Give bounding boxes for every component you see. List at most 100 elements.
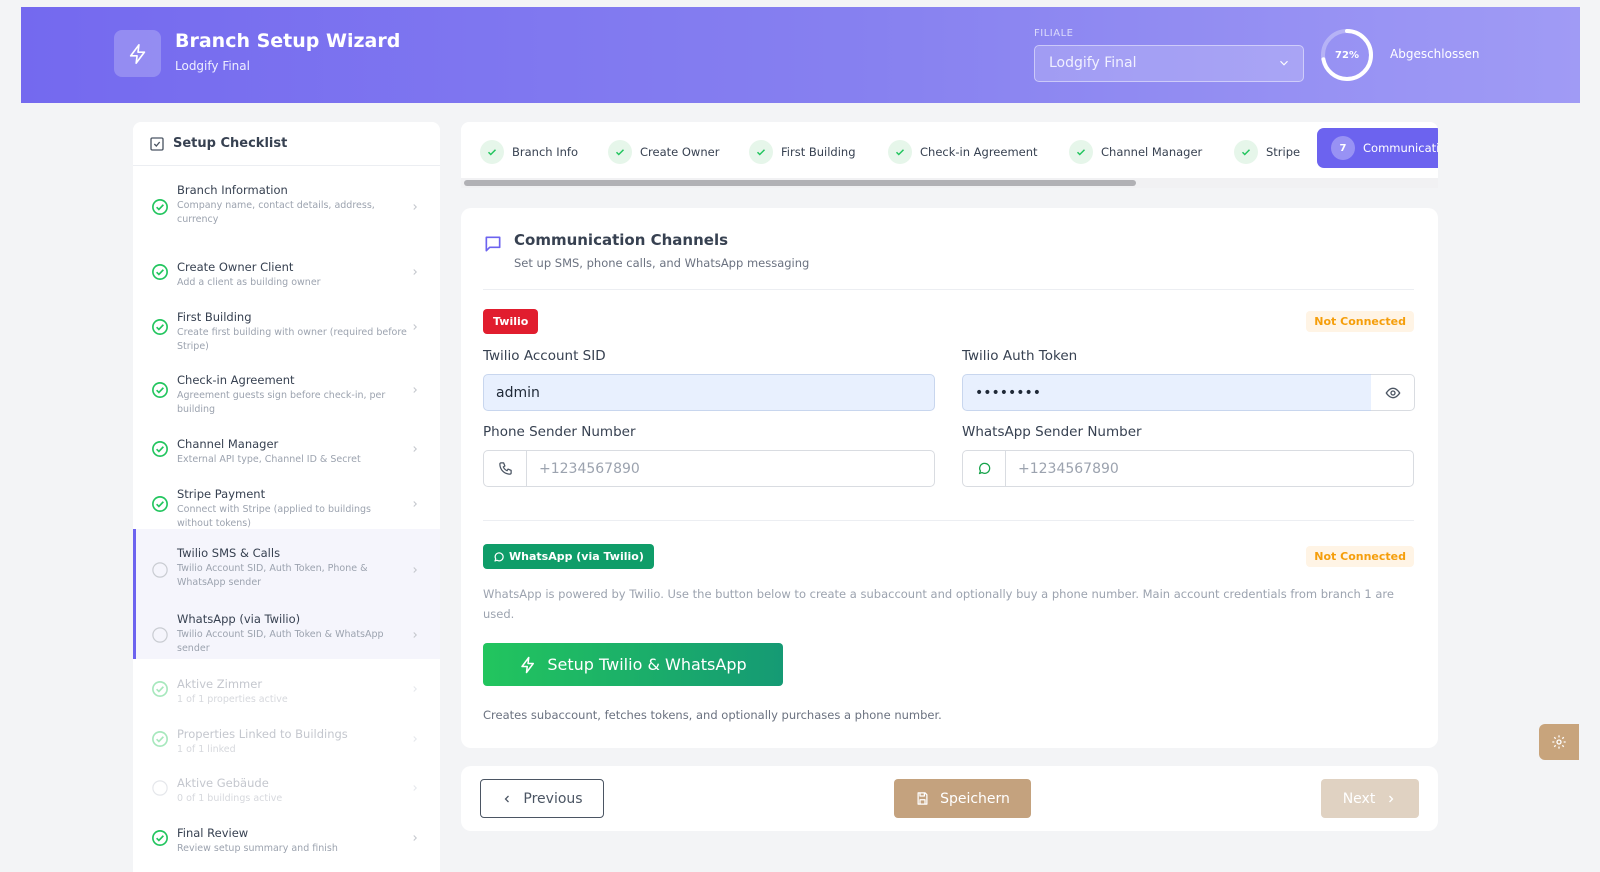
phone-prefix <box>484 451 527 486</box>
whatsapp-sender-label: WhatsApp Sender Number <box>962 424 1142 440</box>
section-subtitle: Set up SMS, phone calls, and WhatsApp me… <box>514 256 810 270</box>
checklist-item-text: Check-in Agreement Agreement guests sign … <box>177 373 407 417</box>
checklist-item[interactable]: Aktive Zimmer 1 of 1 properties active <box>133 660 440 705</box>
next-button[interactable]: Next <box>1321 779 1419 818</box>
whatsapp-badge-label: WhatsApp (via Twilio) <box>509 550 644 563</box>
checklist-item[interactable]: Aktive Gebäude 0 of 1 buildings active <box>133 759 440 804</box>
chevron-right-icon <box>413 736 417 742</box>
twilio-sid-input[interactable]: admin <box>483 374 935 411</box>
filiale-select[interactable]: Lodgify Final <box>1034 45 1304 82</box>
empty-circle-icon <box>152 780 168 796</box>
checklist-item-desc: 1 of 1 linked <box>177 744 236 755</box>
step-tab[interactable]: Stripe <box>1234 135 1300 169</box>
checklist-title: Setup Checklist <box>173 136 288 151</box>
whatsapp-sender-input[interactable]: +1234567890 <box>962 450 1414 487</box>
checklist-item[interactable]: Branch Information Company name, contact … <box>133 166 440 231</box>
checklist-item[interactable]: Twilio SMS & Calls Twilio Account SID, Au… <box>133 529 440 595</box>
filiale-select-value: Lodgify Final <box>1049 55 1137 71</box>
twilio-token-label: Twilio Auth Token <box>962 348 1078 364</box>
chevron-right-icon <box>413 204 417 210</box>
chevron-right-icon <box>413 567 417 573</box>
step-tab[interactable]: Branch Info <box>480 135 578 169</box>
steps-scrollbar-thumb[interactable] <box>464 180 1136 186</box>
checklist-item-text: Create Owner Client Add a client as build… <box>177 260 407 290</box>
step-label: Branch Info <box>512 145 578 159</box>
save-button-label: Speichern <box>940 790 1010 807</box>
chevron-right-icon <box>413 269 417 275</box>
chevron-right-icon <box>413 835 417 841</box>
step-check <box>1234 140 1258 164</box>
chevron-right-icon <box>1389 795 1394 802</box>
page-title: Branch Setup Wizard <box>175 30 401 52</box>
communication-channels-card: Communication Channels Set up SMS, phone… <box>461 208 1438 748</box>
empty-circle-icon <box>152 562 168 578</box>
check-icon <box>1241 149 1251 156</box>
step-check <box>749 140 773 164</box>
checklist-item-desc: Agreement guests sign before check-in, p… <box>177 390 386 415</box>
setup-twilio-whatsapp-button[interactable]: Setup Twilio & WhatsApp <box>483 643 783 686</box>
step-tab[interactable]: Check-in Agreement <box>888 135 1038 169</box>
checklist-item[interactable]: WhatsApp (via Twilio) Twilio Account SID,… <box>133 595 440 659</box>
checklist-item-desc: Company name, contact details, address, … <box>177 200 375 225</box>
checklist-item[interactable]: Final Review Review setup summary and fin… <box>133 809 440 854</box>
divider <box>483 289 1414 290</box>
check-icon <box>615 149 625 156</box>
check-circle-icon <box>152 319 168 335</box>
check-icon <box>1076 149 1086 156</box>
toggle-password-button[interactable] <box>1371 374 1415 411</box>
step-tab[interactable]: First Building <box>749 135 856 169</box>
checklist-item-text: Final Review Review setup summary and fin… <box>177 826 407 856</box>
chevron-down-icon <box>1280 60 1288 66</box>
step-label: Communicati <box>1363 141 1438 155</box>
step-label: First Building <box>781 145 856 159</box>
checklist-item[interactable]: Create Owner Client Add a client as build… <box>133 243 440 288</box>
check-circle-icon <box>152 731 168 747</box>
checklist-item[interactable]: Check-in Agreement Agreement guests sign … <box>133 356 440 415</box>
empty-circle-icon <box>152 627 168 643</box>
previous-button[interactable]: Previous <box>480 779 604 818</box>
gear-icon <box>1552 735 1566 749</box>
next-button-label: Next <box>1342 790 1376 807</box>
message-icon <box>485 236 501 252</box>
save-button[interactable]: Speichern <box>894 779 1031 818</box>
checklist-item-title: Properties Linked to Buildings <box>177 727 348 741</box>
checklist-item-title: Branch Information <box>177 183 288 197</box>
checklist-item-title: Twilio SMS & Calls <box>177 546 281 560</box>
phone-sender-input[interactable]: +1234567890 <box>483 450 935 487</box>
whatsapp-badge: WhatsApp (via Twilio) <box>483 544 654 569</box>
whatsapp-note: WhatsApp is powered by Twilio. Use the b… <box>483 587 1394 621</box>
checklist-item-text: Stripe Payment Connect with Stripe (appli… <box>177 487 407 531</box>
settings-tab[interactable] <box>1539 724 1579 760</box>
checklist-item-text: Branch Information Company name, contact … <box>177 183 407 227</box>
progress-percent: 72% <box>1335 49 1359 61</box>
checklist-item[interactable]: Channel Manager External API type, Channe… <box>133 420 440 465</box>
check-circle-icon <box>152 496 168 512</box>
progress-status: Abgeschlossen <box>1390 47 1480 61</box>
logo <box>114 30 161 77</box>
checklist-item-desc: Create first building with owner (requir… <box>177 327 407 352</box>
step-tab[interactable]: Create Owner <box>608 135 719 169</box>
step-number: 7 <box>1331 136 1355 160</box>
checklist-item-text: First Building Create first building with… <box>177 310 407 354</box>
step-label: Create Owner <box>640 145 720 159</box>
check-circle-icon <box>152 199 168 215</box>
check-circle-icon <box>152 441 168 457</box>
checklist-item-title: Aktive Zimmer <box>177 677 263 691</box>
eye-icon <box>1385 387 1400 398</box>
step-tab[interactable]: Channel Manager <box>1069 135 1202 169</box>
checklist-item[interactable]: First Building Create first building with… <box>133 293 440 352</box>
checklist-item[interactable]: Properties Linked to Buildings 1 of 1 lin… <box>133 710 440 755</box>
steps-scrollbar[interactable] <box>461 178 1438 188</box>
section-title: Communication Channels <box>514 231 729 249</box>
twilio-token-input[interactable]: •••••••• <box>962 374 1372 411</box>
twilio-sid-label: Twilio Account SID <box>483 348 606 364</box>
checklist-item[interactable]: Stripe Payment Connect with Stripe (appli… <box>133 470 440 529</box>
step-check <box>888 140 912 164</box>
step-label: Check-in Agreement <box>920 145 1038 159</box>
whatsapp-prefix <box>963 451 1006 486</box>
phone-sender-label: Phone Sender Number <box>483 424 636 440</box>
step-tab[interactable]: 7 Communicati <box>1317 128 1438 168</box>
checklist-item-desc: Twilio Account SID, Auth Token & WhatsAp… <box>177 629 384 654</box>
step-check <box>480 140 504 164</box>
step-label: Stripe <box>1266 145 1301 159</box>
